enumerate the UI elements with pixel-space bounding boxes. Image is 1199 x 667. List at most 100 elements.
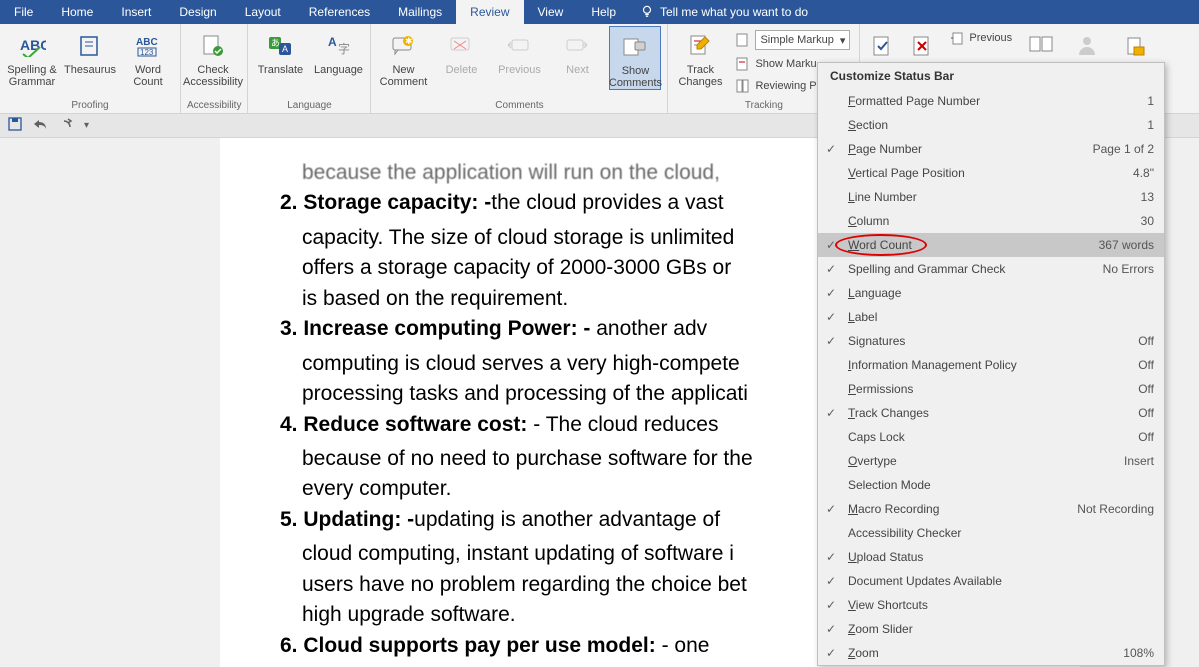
- option-value: Page 1 of 2: [1093, 142, 1154, 156]
- option-label: Macro Recording: [848, 502, 939, 516]
- translate-button[interactable]: あA Translate: [254, 26, 306, 76]
- show-markup-label: Show Marku: [755, 58, 816, 70]
- menu-tab-view[interactable]: View: [524, 0, 578, 24]
- language-icon: A字: [322, 30, 354, 62]
- thesaurus-button[interactable]: Thesaurus: [64, 26, 116, 88]
- statusbar-option-document-updates-available[interactable]: ✓Document Updates Available: [818, 569, 1164, 593]
- restrict-icon: [1119, 30, 1151, 62]
- delete-comment-button[interactable]: Delete: [435, 26, 487, 90]
- statusbar-option-section[interactable]: Section1: [818, 113, 1164, 137]
- statusbar-option-information-management-policy[interactable]: Information Management PolicyOff: [818, 353, 1164, 377]
- check-icon: ✓: [826, 622, 840, 636]
- statusbar-option-caps-lock[interactable]: Caps LockOff: [818, 425, 1164, 449]
- statusbar-option-line-number[interactable]: Line Number13: [818, 185, 1164, 209]
- statusbar-option-selection-mode[interactable]: Selection Mode: [818, 473, 1164, 497]
- statusbar-option-permissions[interactable]: PermissionsOff: [818, 377, 1164, 401]
- option-label: Selection Mode: [848, 478, 931, 492]
- undo-icon[interactable]: [32, 117, 48, 134]
- customize-status-bar-menu: Customize Status Bar Formatted Page Numb…: [817, 62, 1165, 666]
- previous-change-button[interactable]: Previous: [946, 28, 1015, 48]
- statusbar-option-spelling-and-grammar-check[interactable]: ✓Spelling and Grammar CheckNo Errors: [818, 257, 1164, 281]
- svg-text:A: A: [328, 35, 337, 49]
- check-icon: ✓: [826, 142, 840, 156]
- reject-button[interactable]: [906, 30, 940, 62]
- option-label: Word Count: [848, 238, 912, 252]
- word-count-button[interactable]: ABC123 WordCount: [122, 26, 174, 88]
- language-button[interactable]: A字 Language: [312, 26, 364, 76]
- option-label: Label: [848, 310, 877, 324]
- statusbar-option-language[interactable]: ✓Language: [818, 281, 1164, 305]
- option-label: Spelling and Grammar Check: [848, 262, 1005, 276]
- menu-tab-review[interactable]: Review: [456, 0, 523, 24]
- save-icon[interactable]: [8, 117, 22, 134]
- statusbar-option-signatures[interactable]: ✓SignaturesOff: [818, 329, 1164, 353]
- track-changes-label: TrackChanges: [678, 64, 722, 88]
- option-value: 1: [1147, 118, 1154, 132]
- statusbar-option-page-number[interactable]: ✓Page NumberPage 1 of 2: [818, 137, 1164, 161]
- statusbar-option-zoom[interactable]: ✓Zoom108%: [818, 641, 1164, 665]
- svg-text:あ: あ: [271, 38, 280, 48]
- menu-tab-home[interactable]: Home: [47, 0, 107, 24]
- option-label: Line Number: [848, 190, 917, 204]
- statusbar-option-label[interactable]: ✓ Label: [818, 305, 1164, 329]
- menu-tab-layout[interactable]: Layout: [231, 0, 295, 24]
- language-group-label: Language: [254, 100, 364, 113]
- option-label: Document Updates Available: [848, 574, 1002, 588]
- statusbar-option-formatted-page-number[interactable]: Formatted Page Number1: [818, 89, 1164, 113]
- option-value: Off: [1138, 430, 1154, 444]
- statusbar-option-track-changes[interactable]: ✓Track ChangesOff: [818, 401, 1164, 425]
- menu-bar: FileHomeInsertDesignLayoutReferencesMail…: [0, 0, 1199, 24]
- statusbar-option-macro-recording[interactable]: ✓ Macro Recording Not Recording: [818, 497, 1164, 521]
- statusbar-option-word-count[interactable]: ✓Word Count367 words: [818, 233, 1164, 257]
- accessibility-label: CheckAccessibility: [183, 64, 243, 88]
- wordcount-label: WordCount: [133, 64, 162, 88]
- option-value: Not Recording: [1077, 502, 1154, 516]
- check-accessibility-button[interactable]: CheckAccessibility: [187, 26, 239, 88]
- previous-change-icon: [949, 30, 965, 46]
- accept-button[interactable]: [866, 30, 900, 62]
- tell-me-label: Tell me what you want to do: [660, 5, 808, 19]
- check-icon: ✓: [826, 238, 840, 252]
- option-label: Track Changes: [848, 406, 929, 420]
- new-comment-icon: ✱: [387, 30, 419, 62]
- next-comment-button[interactable]: Next: [551, 26, 603, 90]
- statusbar-option-overtype[interactable]: OvertypeInsert: [818, 449, 1164, 473]
- markup-value: Simple Markup: [760, 34, 833, 46]
- menu-tab-mailings[interactable]: Mailings: [384, 0, 456, 24]
- statusbar-option-upload-status[interactable]: ✓Upload Status: [818, 545, 1164, 569]
- reviewing-pane-icon: [735, 78, 751, 94]
- menu-tab-help[interactable]: Help: [577, 0, 630, 24]
- check-icon: ✓: [826, 646, 840, 660]
- group-accessibility: CheckAccessibility Accessibility: [181, 24, 248, 113]
- menu-tab-file[interactable]: File: [0, 0, 47, 24]
- new-comment-button[interactable]: ✱ NewComment: [377, 26, 429, 90]
- markup-icon: [735, 32, 751, 48]
- option-label: View Shortcuts: [848, 598, 928, 612]
- redo-icon[interactable]: [58, 117, 74, 134]
- menu-tab-references[interactable]: References: [295, 0, 384, 24]
- statusbar-option-view-shortcuts[interactable]: ✓View Shortcuts: [818, 593, 1164, 617]
- statusbar-option-zoom-slider[interactable]: ✓Zoom Slider: [818, 617, 1164, 641]
- tell-me[interactable]: Tell me what you want to do: [630, 4, 818, 21]
- language-label: Language: [314, 64, 363, 76]
- markup-dropdown[interactable]: Simple Markup▾: [732, 28, 853, 52]
- thesaurus-label: Thesaurus: [64, 64, 116, 76]
- check-icon: ✓: [826, 502, 840, 516]
- statusbar-option-accessibility-checker[interactable]: Accessibility Checker: [818, 521, 1164, 545]
- track-changes-icon: [684, 30, 716, 62]
- check-icon: ✓: [826, 310, 840, 324]
- menu-tab-insert[interactable]: Insert: [107, 0, 165, 24]
- check-icon: ✓: [826, 334, 840, 348]
- qat-customize-icon[interactable]: ▾: [84, 120, 89, 131]
- spelling-grammar-button[interactable]: ABC Spelling &Grammar: [6, 26, 58, 88]
- statusbar-option-column[interactable]: Column30: [818, 209, 1164, 233]
- spelling-label: Spelling &Grammar: [7, 64, 57, 88]
- option-label: Accessibility Checker: [848, 526, 961, 540]
- menu-tab-design[interactable]: Design: [165, 0, 230, 24]
- previous-comment-button[interactable]: Previous: [493, 26, 545, 90]
- option-label: Permissions: [848, 382, 913, 396]
- statusbar-option-vertical-page-position[interactable]: Vertical Page Position4.8": [818, 161, 1164, 185]
- previous-comment-icon: [503, 30, 535, 62]
- show-comments-button[interactable]: ShowComments: [609, 26, 661, 90]
- track-changes-button[interactable]: TrackChanges: [674, 26, 726, 96]
